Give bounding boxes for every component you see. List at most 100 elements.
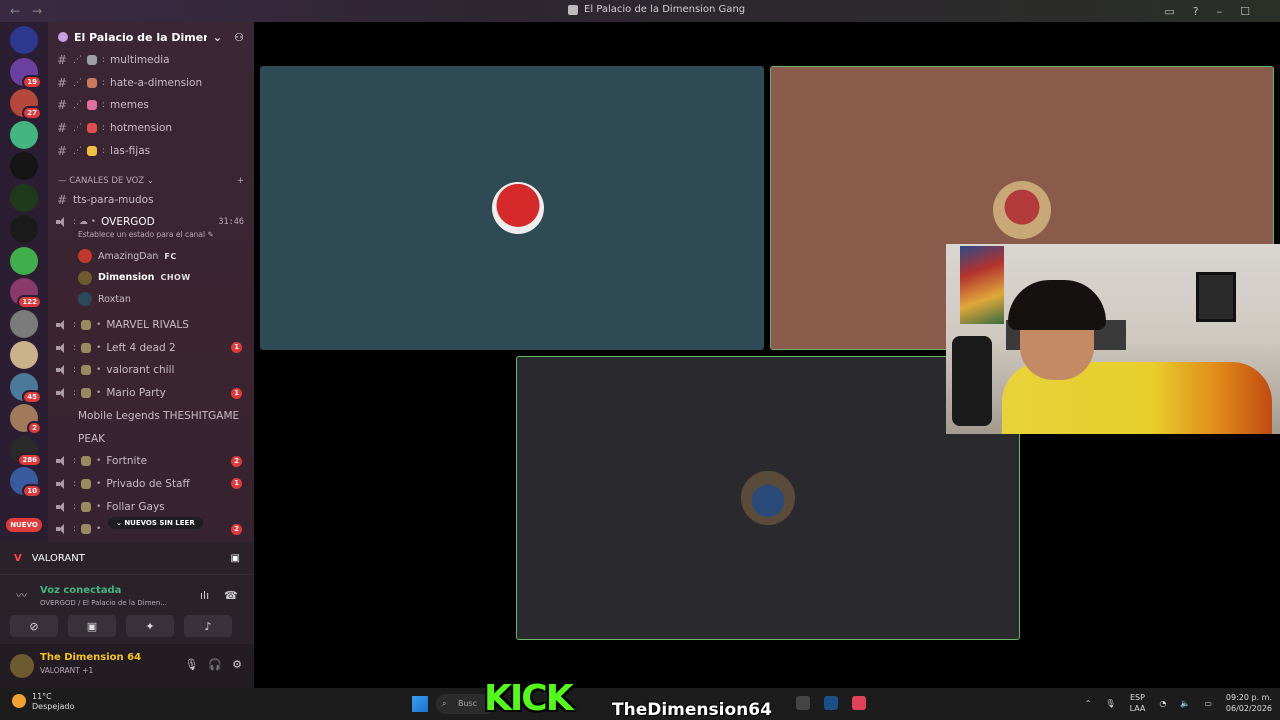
server-icon [58,32,68,42]
help-icon[interactable]: ? [1193,5,1199,18]
server-icon[interactable]: 286 [10,435,42,467]
channel-hate-a-dimension[interactable]: # ⋰: hate-a-dimension [56,73,248,93]
kick-logo: KICK [484,678,574,719]
unread-badge: 2 [27,421,42,435]
avatar[interactable] [10,654,34,678]
inbox-icon[interactable]: ▭ [1164,5,1174,18]
unread-badge: 1 [231,478,242,490]
voice-timer: 31:46 [218,217,244,227]
voice-channel[interactable]: Mobile Legends THESHITGAME [78,406,254,426]
microphone-icon[interactable]: 🎙 [184,658,198,671]
voice-channel[interactable]: : • Privado de Staff 1 [56,474,248,494]
avatar [78,292,92,306]
voice-channel-active[interactable]: : ☁ • OVERGOD 31:46 [56,212,248,232]
activities-button[interactable]: ✦ [126,615,174,637]
unread-badge: 2 [231,455,242,467]
wifi-icon[interactable]: ◔ [1159,699,1166,708]
headphones-icon[interactable]: 🎧 [208,658,222,671]
gear-icon[interactable]: ⚙ [232,658,242,671]
avatar [993,181,1051,239]
voice-channel[interactable]: PEAK [78,429,254,449]
volume-icon[interactable]: 🔈 [1180,699,1190,708]
screen-share-icon[interactable]: ▣ [231,553,240,564]
signal-icon[interactable]: 〰 [16,587,27,603]
server-icon[interactable]: 45 [10,372,42,404]
server-icon[interactable] [10,215,38,243]
back-arrow-icon[interactable]: ← [10,4,20,18]
channel-memes[interactable]: # ⋰: memes [56,95,248,115]
hash-icon: # [56,75,68,90]
channel-multimedia[interactable]: # ⋰: multimedia [56,50,248,70]
server-icon[interactable]: 27 [10,89,42,120]
taskbar: 11°C Despejado ⌕ Busc KICK TheDimension6… [0,678,1280,720]
server-icon[interactable] [10,152,38,180]
maximize-button[interactable]: ☐ [1240,5,1250,18]
channel-las-fijas[interactable]: # ⋰: las-fijas [56,141,248,161]
emoji-icon [81,388,92,399]
activity-panel[interactable]: V VALORANT ▣ [0,542,254,574]
voice-panel: 〰 Voz conectada OVERGOD / El Palacio de … [0,574,254,644]
language-indicator[interactable]: ESP LAA [1130,692,1146,714]
clock[interactable]: 09:20 p. m. 06/02/2026 [1226,692,1272,714]
channel-status-prompt[interactable]: Establece un estado para el canal ✎ [78,230,214,239]
weather-widget[interactable]: 11°C Despejado [12,692,74,712]
camera-off-button[interactable]: ⊘ [10,615,58,637]
add-member-icon[interactable]: ⚇ [234,31,244,44]
server-icon[interactable] [10,309,38,338]
unread-badge: 45 [22,389,42,404]
server-icon[interactable] [10,341,38,369]
voice-channel[interactable]: : • Follar Gays [56,497,248,517]
voice-user[interactable]: Dimension CHOW [78,268,191,288]
voice-channel[interactable]: : • MARVEL RIVALS [56,315,248,335]
server-icon[interactable]: 19 [10,57,42,89]
server-icon[interactable] [10,120,38,149]
app-icon[interactable] [852,696,866,710]
emoji-icon [87,55,97,65]
speaker-icon [56,217,68,227]
channel-hotmension[interactable]: # ⋰: hotmension [56,118,248,138]
server-icon[interactable] [10,26,38,54]
server-icon[interactable]: 2 [10,404,42,435]
voice-channel[interactable]: : • Mario Party 1 [56,383,248,403]
emoji-icon [81,501,92,512]
speaker-icon [56,501,68,512]
microphone-icon[interactable]: 🎙 [1105,699,1115,708]
app-icon[interactable] [796,696,810,710]
voice-category[interactable]: — CANALES DE VOZ ⌄ + [58,176,244,186]
voice-channel[interactable]: : • Left 4 dead 21 [56,338,248,358]
voice-user[interactable]: AmazingDan FC [78,246,177,266]
battery-icon[interactable]: ▭ [1204,699,1212,708]
title-bar: ← → El Palacio de la Dimension Gang ▭ ? … [0,0,1280,22]
user-panel: The Dimension 64 VALORANT +1 🎙 🎧 ⚙ [0,644,254,688]
voice-channel[interactable]: : • Fortnite 2 [56,451,248,471]
user-tag: FC [164,251,177,261]
emoji-icon [87,145,97,156]
stream-name: TheDimension64 [612,700,772,720]
new-unread-pill[interactable]: ⌄ NUEVOS SIN LEER [108,517,203,529]
channel-tts[interactable]: # tts-para-mudos [56,190,248,210]
emoji-icon [81,320,92,330]
minimize-button[interactable]: – [1217,5,1223,18]
steam-icon[interactable] [824,696,838,710]
video-tile-roxtan[interactable] [516,356,1020,640]
voice-user[interactable]: Roxtan [78,289,131,309]
username[interactable]: The Dimension 64 [40,652,141,663]
new-badge[interactable]: NUEVO [6,518,42,532]
start-button[interactable] [412,696,428,712]
server-icon[interactable]: 10 [10,467,42,498]
share-screen-button[interactable]: ▣ [68,615,116,637]
forward-arrow-icon[interactable]: → [32,4,42,18]
chevron-up-icon[interactable]: ⌃ [1085,699,1092,708]
soundboard-button[interactable]: ♪ [184,615,232,637]
disconnect-icon[interactable]: ☎ [224,589,238,602]
server-icon[interactable]: 122 [10,278,42,309]
hash-icon: # [56,143,68,158]
voice-channel[interactable]: : • valorant chill [56,360,248,380]
server-icon[interactable] [10,183,38,212]
chevron-down-icon: ⌄ [212,30,223,44]
add-channel-icon[interactable]: + [237,176,244,186]
noise-suppression-icon[interactable]: ılı [200,589,209,602]
server-header[interactable]: El Palacio de la Dimension... ⌄ ⚇ [48,22,254,52]
server-icon[interactable] [10,246,38,275]
video-tile-amazingdan[interactable] [260,66,764,350]
